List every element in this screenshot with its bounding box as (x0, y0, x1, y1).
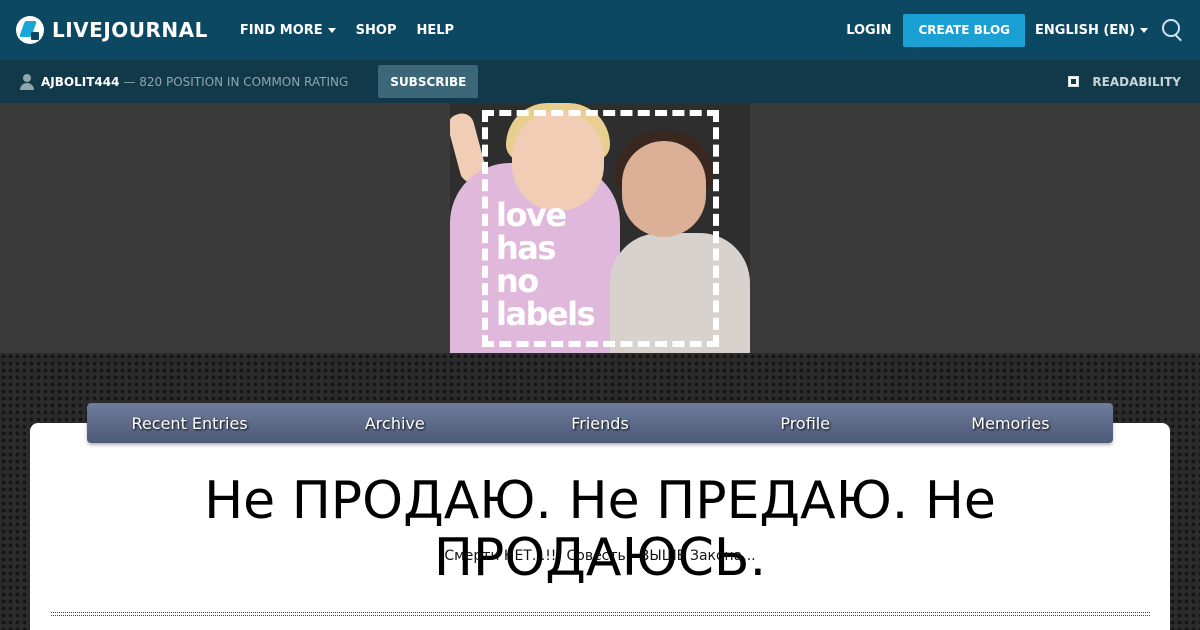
divider (51, 612, 1150, 616)
search-icon[interactable] (1162, 19, 1184, 41)
journal-user-bar: AJBOLIT444 — 820 POSITION IN COMMON RATI… (0, 60, 1200, 103)
blog-title[interactable]: Не ПРОДАЮ. Не ПРЕДАЮ. Не ПРОДАЮСЬ. (150, 473, 1050, 587)
banner-slogan: love has no labels (496, 196, 596, 333)
journal-tabs: Recent Entries Archive Friends Profile M… (87, 403, 1113, 443)
livejournal-logo-icon (16, 16, 44, 44)
blog-subtitle: Смерти НЕТ...!!! Совесть - ВЫШЕ Закона..… (444, 548, 756, 564)
readability-label: READABILITY (1092, 74, 1181, 89)
nav-find-more[interactable]: FIND MORE (240, 23, 336, 38)
header-banner-image: love has no labels (450, 103, 750, 353)
banner-line: love (496, 196, 567, 234)
rating-text: — 820 POSITION IN COMMON RATING (123, 74, 349, 89)
logo-text: LIVEJOURNAL (52, 18, 208, 42)
nav-help[interactable]: HELP (417, 23, 455, 38)
livejournal-logo[interactable]: LIVEJOURNAL (16, 16, 208, 44)
tab-memories[interactable]: Memories (908, 403, 1113, 443)
create-blog-button[interactable]: CREATE BLOG (903, 13, 1026, 47)
banner-line: no (496, 262, 539, 300)
nav-shop[interactable]: SHOP (356, 23, 397, 38)
subscribe-button[interactable]: SUBSCRIBE (378, 65, 479, 98)
language-selector[interactable]: ENGLISH (EN) (1035, 23, 1148, 38)
login-link[interactable]: LOGIN (846, 23, 891, 38)
nav-find-more-label: FIND MORE (239, 22, 323, 38)
journal-username[interactable]: AJBOLIT444 (41, 75, 119, 89)
user-icon (20, 73, 34, 90)
banner-line: has (496, 229, 556, 267)
language-label: ENGLISH (EN) (1035, 22, 1135, 38)
banner-line: labels (496, 295, 596, 333)
readability-toggle[interactable]: READABILITY (1068, 60, 1181, 103)
checkbox-icon (1068, 76, 1080, 87)
top-navigation-bar: LIVEJOURNAL FIND MORE SHOP HELP LOGIN CR… (0, 0, 1200, 60)
main-nav: FIND MORE SHOP HELP (240, 23, 474, 38)
nav-shop-label: SHOP (355, 22, 397, 38)
top-right-actions: LOGIN CREATE BLOG ENGLISH (EN) (846, 0, 1184, 60)
tab-archive[interactable]: Archive (292, 403, 497, 443)
journal-header: love has no labels (0, 103, 1200, 353)
chevron-down-icon (1140, 27, 1148, 33)
nav-help-label: HELP (416, 22, 455, 38)
tab-recent-entries[interactable]: Recent Entries (87, 403, 292, 443)
chevron-down-icon (327, 27, 336, 33)
tab-friends[interactable]: Friends (497, 403, 702, 443)
tab-profile[interactable]: Profile (703, 403, 908, 443)
